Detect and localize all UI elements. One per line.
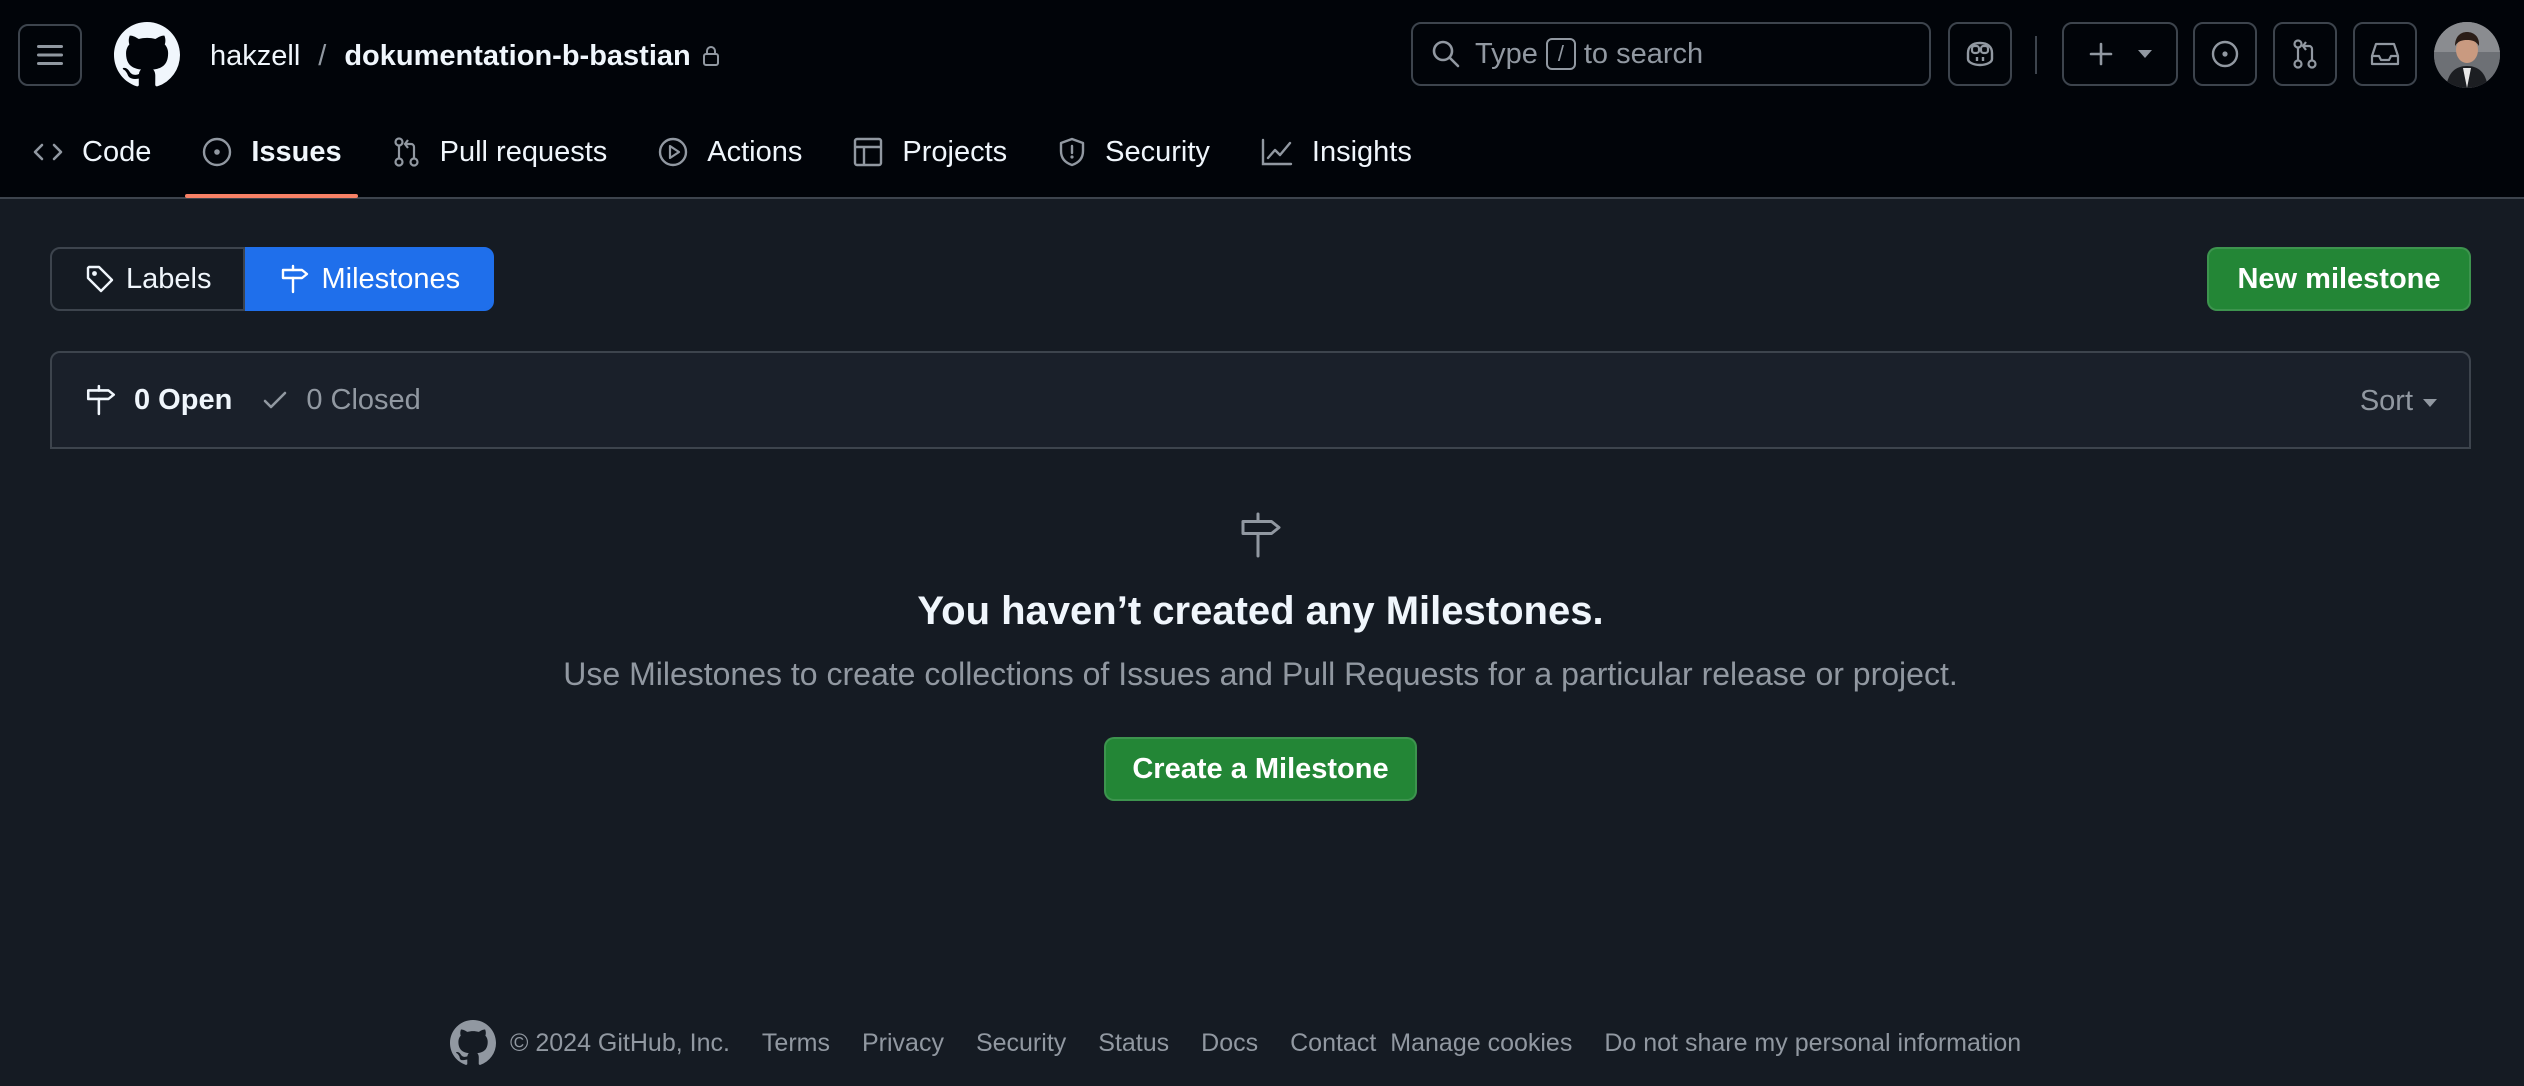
tag-icon xyxy=(86,265,114,293)
search-icon xyxy=(1432,40,1460,68)
plus-icon xyxy=(2089,42,2112,66)
tab-label: Pull requests xyxy=(439,135,608,168)
repo-name-link[interactable]: dokumentation-b-bastian xyxy=(344,40,690,73)
shield-icon xyxy=(1059,137,1085,167)
footer-copyright: © 2024 GitHub, Inc. xyxy=(510,1028,730,1057)
blankslate-description: Use Milestones to create collections of … xyxy=(563,656,1958,692)
footer-link-privacy[interactable]: Privacy xyxy=(862,1029,944,1058)
play-icon xyxy=(659,137,688,167)
github-logo-icon[interactable] xyxy=(114,22,180,88)
milestone-icon xyxy=(282,264,309,294)
footer-link-do-not-share[interactable]: Do not share my personal information xyxy=(1604,1029,2021,1058)
menu-button[interactable] xyxy=(18,24,82,86)
tab-pull-requests[interactable]: Pull requests xyxy=(392,118,608,186)
app-header: hakzell / dokumentation-b-bastian Type /… xyxy=(0,0,2524,199)
breadcrumb: hakzell / dokumentation-b-bastian xyxy=(210,32,721,80)
milestone-icon xyxy=(1241,512,1280,558)
new-milestone-button[interactable]: New milestone xyxy=(2207,247,2471,311)
closed-milestones-link[interactable]: 0 Closed xyxy=(260,383,421,417)
copilot-icon xyxy=(1966,41,1994,67)
inbox-button[interactable] xyxy=(2353,22,2417,86)
milestones-label: Milestones xyxy=(321,262,461,295)
sort-dropdown[interactable]: Sort xyxy=(2360,353,2437,449)
footer-link-status[interactable]: Status xyxy=(1098,1029,1169,1058)
git-pull-request-icon xyxy=(2293,39,2317,69)
search-suffix: to search xyxy=(1583,37,1704,70)
breadcrumb-separator: / xyxy=(318,39,327,72)
copilot-button[interactable] xyxy=(1948,22,2012,86)
header-divider xyxy=(2035,36,2037,74)
footer-link-contact[interactable]: Contact xyxy=(1290,1029,1376,1058)
tab-label: Insights xyxy=(1311,135,1412,168)
create-milestone-button[interactable]: Create a Milestone xyxy=(1104,737,1417,801)
tab-actions[interactable]: Actions xyxy=(657,118,802,186)
labels-milestones-subnav: Labels Milestones xyxy=(50,247,495,311)
footer-link-security[interactable]: Security xyxy=(976,1029,1066,1058)
search-input[interactable]: Type / to search xyxy=(1411,22,1931,86)
tab-projects[interactable]: Projects xyxy=(852,118,1007,186)
inbox-icon xyxy=(2370,42,2400,66)
triangle-down-icon xyxy=(2423,399,2437,407)
check-icon xyxy=(264,391,287,409)
tab-issues[interactable]: Issues xyxy=(185,118,358,198)
table-icon xyxy=(854,137,883,167)
avatar[interactable] xyxy=(2434,22,2500,88)
tab-label: Projects xyxy=(902,135,1008,168)
footer: © 2024 GitHub, Inc. Terms Privacy Securi… xyxy=(450,1016,2053,1070)
labels-link[interactable]: Labels xyxy=(50,247,246,311)
sort-label: Sort xyxy=(2359,384,2413,417)
footer-link-manage-cookies[interactable]: Manage cookies xyxy=(1390,1029,1572,1058)
tab-label: Issues xyxy=(251,135,342,168)
lock-icon xyxy=(701,44,721,68)
git-pull-request-icon xyxy=(394,137,419,167)
tab-label: Code xyxy=(82,135,152,168)
issue-opened-icon xyxy=(2211,40,2239,68)
issue-opened-icon xyxy=(203,137,232,167)
footer-link-terms[interactable]: Terms xyxy=(762,1029,830,1058)
issues-button[interactable] xyxy=(2193,22,2257,86)
closed-count: 0 Closed xyxy=(306,383,421,416)
repo-tabs: Code Issues Pull requests Actions Projec… xyxy=(0,118,1462,198)
milestones-box-header: 0 Open 0 Closed Sort xyxy=(50,351,2471,449)
user-avatar-image xyxy=(2434,22,2500,88)
open-count: 0 Open xyxy=(134,383,233,416)
repo-owner-link[interactable]: hakzell xyxy=(210,40,300,73)
hamburger-icon xyxy=(37,45,63,65)
tab-label: Security xyxy=(1105,135,1210,168)
milestone-icon xyxy=(86,384,116,416)
footer-link-docs[interactable]: Docs xyxy=(1201,1029,1258,1058)
tab-security[interactable]: Security xyxy=(1057,118,1210,186)
triangle-down-icon xyxy=(2137,50,2152,58)
search-shortcut-key: / xyxy=(1545,38,1576,70)
milestones-link[interactable]: Milestones xyxy=(245,247,495,311)
github-logo-icon[interactable] xyxy=(450,1020,496,1066)
create-new-button[interactable] xyxy=(2062,22,2178,86)
tab-code[interactable]: Code xyxy=(32,118,151,186)
labels-label: Labels xyxy=(126,262,212,295)
blankslate: You haven’t created any Milestones. Use … xyxy=(50,449,2471,869)
tab-label: Actions xyxy=(707,135,803,168)
search-prefix: Type xyxy=(1475,37,1538,70)
blankslate-title: You haven’t created any Milestones. xyxy=(917,589,1604,633)
graph-icon xyxy=(1261,138,1293,166)
code-icon xyxy=(33,143,63,161)
pull-requests-button[interactable] xyxy=(2273,22,2337,86)
open-milestones-link[interactable]: 0 Open xyxy=(84,383,232,417)
tab-insights[interactable]: Insights xyxy=(1260,118,1412,186)
